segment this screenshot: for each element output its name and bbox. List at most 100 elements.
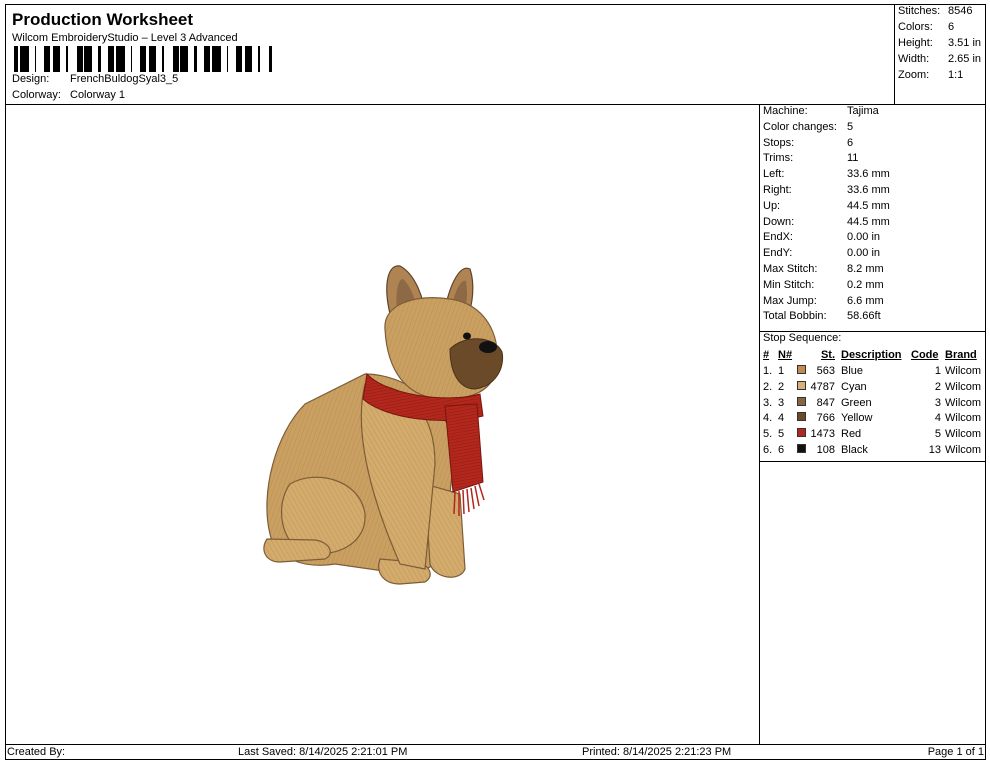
cell-desc: Yellow: [841, 412, 873, 425]
barcode-bar: [176, 46, 179, 72]
design-row: Design: FrenchBuldogSyal3_5: [12, 73, 178, 85]
info-row: EndX: 0.00 in: [763, 231, 880, 247]
barcode-bar: [248, 46, 251, 72]
stitches-row: Stitches: 8546: [898, 5, 972, 17]
cell-code: 2: [934, 380, 941, 393]
barcode-bar: [258, 46, 260, 72]
barcode-bar: [215, 46, 216, 72]
cell-n: 3: [778, 396, 785, 409]
info-label: Min Stitch:: [763, 278, 815, 291]
info-row: Machine: Tajima: [763, 105, 879, 121]
info-label: Down:: [763, 215, 795, 228]
colors-value: 6: [948, 21, 955, 33]
barcode-bar: [66, 46, 68, 72]
barcode-bar: [48, 46, 50, 72]
stop-sequence-title: Stop Sequence:: [763, 332, 842, 345]
barcode-bar: [86, 46, 89, 72]
software-name: Wilcom EmbroideryStudio – Level 3 Advanc…: [12, 32, 238, 44]
barcode-bar: [245, 46, 246, 72]
info-value: 11: [847, 152, 859, 165]
barcode-bar: [119, 46, 120, 72]
info-row: EndY: 0.00 in: [763, 247, 880, 263]
printed-date: Printed: 8/14/2025 2:21:23 PM: [582, 746, 732, 758]
barcode: [14, 46, 272, 72]
stop-table-row: 1. 1 563 Blue 1 Wilcom: [760, 364, 986, 380]
info-row: Max Stitch: 8.2 mm: [763, 263, 884, 279]
barcode-bar: [84, 46, 86, 72]
barcode-bar: [56, 46, 59, 72]
stop-table-row: 6. 6 108 Black 13 Wilcom: [760, 443, 986, 459]
cell-num: 5.: [763, 428, 773, 441]
info-row: Max Jump: 6.6 mm: [763, 295, 884, 311]
barcode-bar: [54, 46, 56, 72]
stitches-label: Stitches:: [898, 5, 941, 17]
barcode-bar: [209, 46, 210, 72]
stop-table-row: 4. 4 766 Yellow 4 Wilcom: [760, 411, 986, 427]
color-swatch: [797, 444, 806, 453]
cell-desc: Cyan: [841, 380, 867, 393]
barcode-bar: [90, 46, 92, 72]
barcode-bar: [194, 46, 197, 72]
barcode-bar: [24, 46, 26, 72]
info-row: Color changes: 5: [763, 121, 853, 137]
colors-label: Colors:: [898, 21, 933, 33]
info-value: 6: [847, 136, 854, 149]
info-value: 33.6 mm: [847, 168, 890, 181]
created-by: Created By:: [7, 746, 66, 758]
width-label: Width:: [898, 53, 930, 65]
barcode-bar: [218, 46, 221, 72]
worksheet-header: Production Worksheet Wilcom EmbroiderySt…: [5, 4, 895, 105]
cell-code: 3: [934, 396, 941, 409]
column-header-n: N#: [778, 349, 793, 362]
cell-desc: Green: [841, 396, 872, 409]
barcode-bar: [53, 46, 54, 72]
info-row: Trims: 11: [763, 152, 858, 168]
color-swatch: [797, 380, 806, 390]
cell-desc: Blue: [841, 365, 864, 377]
barcode-bar: [162, 46, 164, 72]
barcode-bar: [23, 46, 24, 72]
barcode-bar: [116, 46, 119, 72]
colors-row: Colors: 6: [898, 21, 954, 33]
barcode-bar: [89, 46, 90, 72]
barcode-bar: [204, 46, 206, 72]
barcode-bar: [144, 46, 146, 72]
info-label: EndX:: [763, 231, 793, 244]
barcode-bar: [140, 46, 143, 72]
stop-table-header: # N# St. Description Code Brand: [760, 348, 986, 364]
info-label: Stops:: [763, 136, 795, 149]
barcode-bar: [59, 46, 60, 72]
cell-st: 847: [816, 396, 835, 409]
barcode-bar: [174, 46, 176, 72]
design-stats: Stitches: 8546 Colors: 6 Height: 3.51 in Wi…: [894, 4, 986, 105]
info-value: 0.00 in: [847, 247, 881, 260]
barcode-bar: [185, 46, 186, 72]
page-title: Production Worksheet: [12, 10, 194, 29]
barcode-bar: [113, 46, 114, 72]
stop-table-row: 5. 5 1473 Red 5 Wilcom: [760, 427, 986, 443]
color-swatch: [797, 396, 806, 406]
cell-st: 766: [816, 412, 835, 425]
colorway-label: Colorway:: [12, 89, 61, 101]
info-value: 33.6 mm: [847, 184, 890, 196]
cell-desc: Black: [841, 444, 868, 456]
barcode-bar: [246, 46, 248, 72]
barcode-bar: [44, 46, 47, 72]
cell-n: 5: [778, 428, 785, 441]
cell-num: 1.: [763, 365, 773, 377]
column-header-brand: Brand: [945, 349, 977, 362]
stop-table-row: 3. 3 847 Green 3 Wilcom: [760, 396, 986, 412]
barcode-bar: [212, 46, 215, 72]
zoom-row: Zoom: 1:1: [898, 69, 963, 81]
info-value: 8.2 mm: [847, 263, 884, 275]
barcode-bar: [270, 46, 272, 72]
barcode-bar: [47, 46, 48, 72]
barcode-bar: [20, 46, 23, 72]
info-value: 44.5 mm: [847, 199, 890, 212]
stop-table-row: 2. 2 4787 Cyan 2 Wilcom: [760, 380, 986, 396]
barcode-bar: [14, 46, 17, 72]
barcode-bar: [182, 46, 185, 72]
stitches-value: 8546: [948, 5, 973, 17]
barcode-bar: [173, 46, 174, 72]
info-label: Left:: [763, 168, 785, 181]
